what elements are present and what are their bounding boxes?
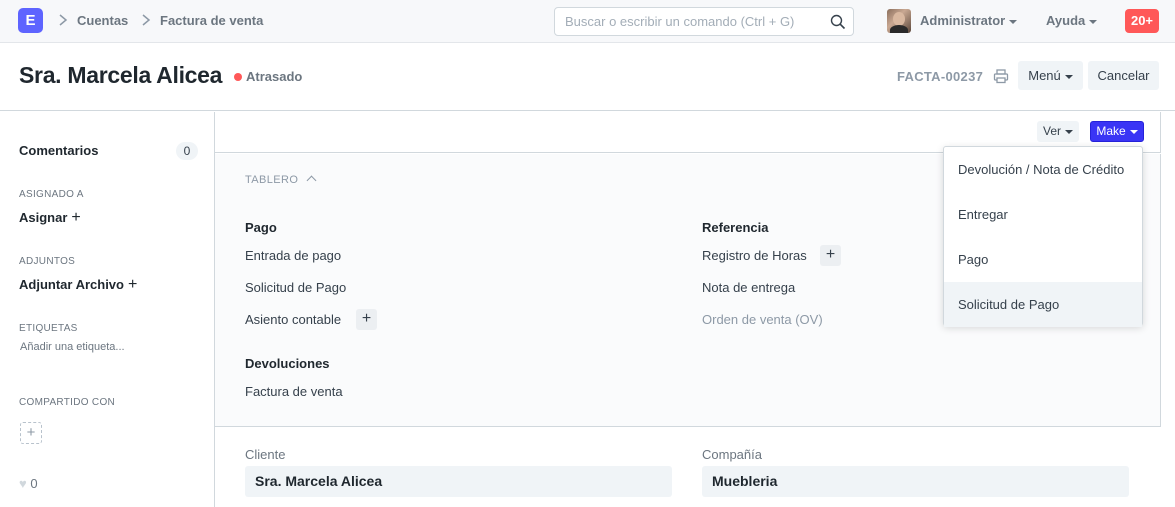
search-box [554, 7, 854, 36]
caret-down-icon [1009, 19, 1018, 24]
breadcrumb-cuentas[interactable]: Cuentas [77, 13, 128, 28]
like-button[interactable]: ♥ 0 [19, 476, 38, 491]
assign-button[interactable]: Asignar + [19, 209, 81, 227]
assign-label: Asignar [19, 210, 68, 225]
menu-item-entregar[interactable]: Entregar [944, 192, 1142, 237]
user-name: Administrator [920, 13, 1006, 28]
document-id: FACTA-00237 [897, 69, 984, 84]
search-icon[interactable] [830, 14, 846, 30]
page-title: Sra. Marcela Alicea [19, 62, 223, 88]
status-indicator-dot [234, 73, 242, 81]
dashboard-title: TABLERO [245, 174, 299, 186]
print-icon[interactable] [993, 68, 1009, 84]
menu-item-devolucion-nota-credito[interactable]: Devolución / Nota de Crédito [944, 147, 1142, 192]
tags-heading: ETIQUETAS [19, 323, 78, 334]
status-badge: Atrasado [246, 69, 303, 84]
customer-field[interactable]: Sra. Marcela Alicea [245, 466, 672, 497]
link-factura-de-venta[interactable]: Factura de venta [245, 384, 343, 399]
add-asiento-contable-button[interactable]: + [356, 309, 377, 330]
caret-down-icon [1065, 129, 1073, 134]
link-asiento-contable[interactable]: Asiento contable [245, 312, 341, 327]
make-button[interactable]: Make [1090, 121, 1144, 142]
menu-button[interactable]: Menú [1018, 61, 1083, 90]
link-nota-de-entrega[interactable]: Nota de entrega [702, 280, 795, 295]
company-label: Compañía [702, 447, 762, 462]
menu-item-solicitud-de-pago[interactable]: Solicitud de Pago [944, 282, 1142, 327]
chevron-right-icon [142, 14, 151, 26]
group-title-pago: Pago [245, 220, 277, 235]
menu-label: Menú [1028, 68, 1061, 83]
link-orden-de-venta[interactable]: Orden de venta (OV) [702, 312, 823, 327]
link-entrada-de-pago[interactable]: Entrada de pago [245, 248, 341, 263]
user-menu[interactable]: Administrator [920, 13, 1018, 28]
help-label: Ayuda [1046, 13, 1086, 28]
notifications-badge[interactable]: 20+ [1125, 9, 1159, 33]
plus-icon: + [71, 209, 81, 226]
add-tag-link[interactable]: Añadir una etiqueta... [20, 341, 125, 353]
chevron-up-icon [306, 175, 317, 186]
attach-file-button[interactable]: Adjuntar Archivo + [19, 276, 137, 294]
assigned-to-heading: ASIGNADO A [19, 189, 84, 200]
caret-down-icon [1129, 129, 1138, 134]
add-registro-de-horas-button[interactable]: + [820, 245, 841, 266]
heart-icon: ♥ [19, 476, 27, 491]
view-button[interactable]: Ver [1037, 121, 1079, 142]
page-header: Sra. Marcela Alicea Atrasado FACTA-00237… [0, 43, 1175, 111]
plus-icon: + [127, 276, 138, 293]
avatar[interactable] [887, 9, 911, 33]
group-title-devoluciones: Devoluciones [245, 356, 330, 371]
breadcrumb-factura-de-venta[interactable]: Factura de venta [160, 13, 263, 28]
view-label: Ver [1042, 124, 1061, 138]
add-share-button[interactable]: + [20, 422, 42, 444]
app-logo[interactable]: E [18, 8, 43, 33]
shared-with-heading: COMPARTIDO CON [19, 397, 116, 408]
company-field[interactable]: Muebleria [702, 466, 1129, 497]
customer-label: Cliente [245, 447, 286, 462]
link-solicitud-de-pago[interactable]: Solicitud de Pago [245, 280, 346, 295]
caret-down-icon [1089, 19, 1098, 24]
comments-link[interactable]: Comentarios [19, 143, 98, 158]
comments-count-badge: 0 [176, 142, 198, 160]
chevron-right-icon [59, 14, 68, 26]
menu-item-pago[interactable]: Pago [944, 237, 1142, 282]
dashboard-toggle[interactable]: TABLERO [245, 174, 317, 186]
top-navbar: E Cuentas Factura de venta Administrator… [0, 0, 1175, 43]
group-title-referencia: Referencia [702, 220, 769, 235]
cancel-button[interactable]: Cancelar [1088, 61, 1159, 90]
make-label: Make [1096, 124, 1126, 138]
help-menu[interactable]: Ayuda [1046, 13, 1098, 28]
make-dropdown-menu: Devolución / Nota de Crédito Entregar Pa… [943, 146, 1143, 327]
link-registro-de-horas[interactable]: Registro de Horas [702, 248, 807, 263]
attachments-heading: ADJUNTOS [19, 256, 76, 267]
form-sidebar: Comentarios 0 ASIGNADO A Asignar + ADJUNT… [0, 112, 214, 507]
like-count: 0 [30, 476, 38, 491]
search-input[interactable] [555, 8, 815, 35]
attach-file-label: Adjuntar Archivo [19, 277, 124, 292]
caret-down-icon [1064, 74, 1073, 79]
